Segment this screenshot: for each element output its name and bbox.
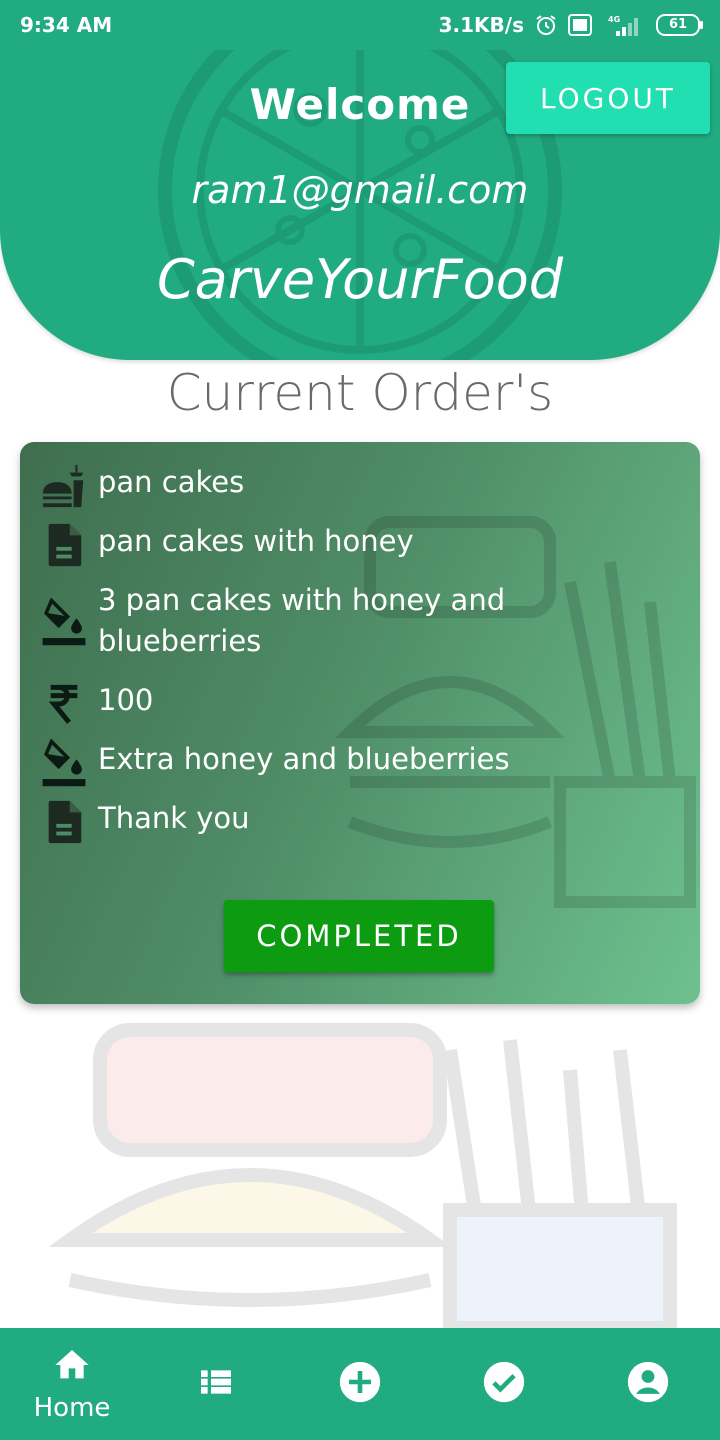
- order-item-description: pan cakes with honey: [40, 521, 538, 569]
- brand-name: CarveYourFood: [156, 248, 564, 311]
- order-item-details: 3 pan cakes with honey and blueberries: [40, 580, 538, 662]
- add-circle-icon: [338, 1360, 382, 1408]
- net-speed: 3.1KB/s: [438, 13, 524, 37]
- completed-button[interactable]: COMPLETED: [224, 900, 494, 972]
- svg-text:4G: 4G: [608, 15, 620, 24]
- paint-bucket-icon: [40, 738, 88, 787]
- section-title: Current Order's: [166, 364, 554, 422]
- nav-home[interactable]: Home: [0, 1328, 144, 1440]
- signal-icon: 4G: [602, 13, 646, 37]
- item-text: pan cakes with honey: [98, 524, 414, 558]
- food-illustration-icon: [50, 1023, 677, 1328]
- check-circle-icon: [482, 1360, 526, 1408]
- nav-profile[interactable]: [576, 1328, 720, 1440]
- battery-icon: 61: [656, 14, 703, 36]
- nav-orders-list[interactable]: [144, 1328, 288, 1440]
- bottom-navigation: Home: [0, 1328, 720, 1440]
- list-icon: [196, 1362, 236, 1406]
- nav-label: Home: [33, 1393, 111, 1423]
- home-icon: [52, 1345, 92, 1389]
- rupee-icon: [40, 680, 88, 728]
- user-email: ram1@gmail.com: [191, 168, 529, 212]
- item-text: 3 pan cakes with honey and blueberries: [98, 583, 506, 658]
- nav-add[interactable]: [288, 1328, 432, 1440]
- volte-icon: [568, 14, 592, 36]
- nav-completed[interactable]: [432, 1328, 576, 1440]
- order-item-name: pan cakes: [40, 462, 538, 510]
- status-bar: 9:34 AM 3.1KB/s 4G 61: [0, 0, 720, 50]
- alarm-icon: [534, 13, 558, 37]
- item-text: Extra honey and blueberries: [98, 742, 510, 776]
- account-circle-icon: [626, 1360, 670, 1408]
- status-icons: 3.1KB/s 4G 61: [438, 13, 703, 37]
- paint-bucket-icon: [40, 597, 88, 646]
- item-text: Thank you: [98, 801, 250, 835]
- order-card: pan cakes pan cakes with honey 3 pan cak…: [20, 442, 700, 1004]
- item-text: 100: [98, 683, 154, 717]
- fastfood-icon: [40, 462, 88, 510]
- logout-button[interactable]: LOGOUT: [506, 62, 710, 134]
- item-text: pan cakes: [98, 465, 245, 499]
- order-item-note: Thank you: [40, 798, 538, 846]
- document-icon: [40, 521, 88, 569]
- document-icon: [40, 798, 88, 846]
- order-item-price: 100: [40, 680, 538, 728]
- order-item-extras: Extra honey and blueberries: [40, 738, 538, 787]
- status-time: 9:34 AM: [20, 13, 113, 37]
